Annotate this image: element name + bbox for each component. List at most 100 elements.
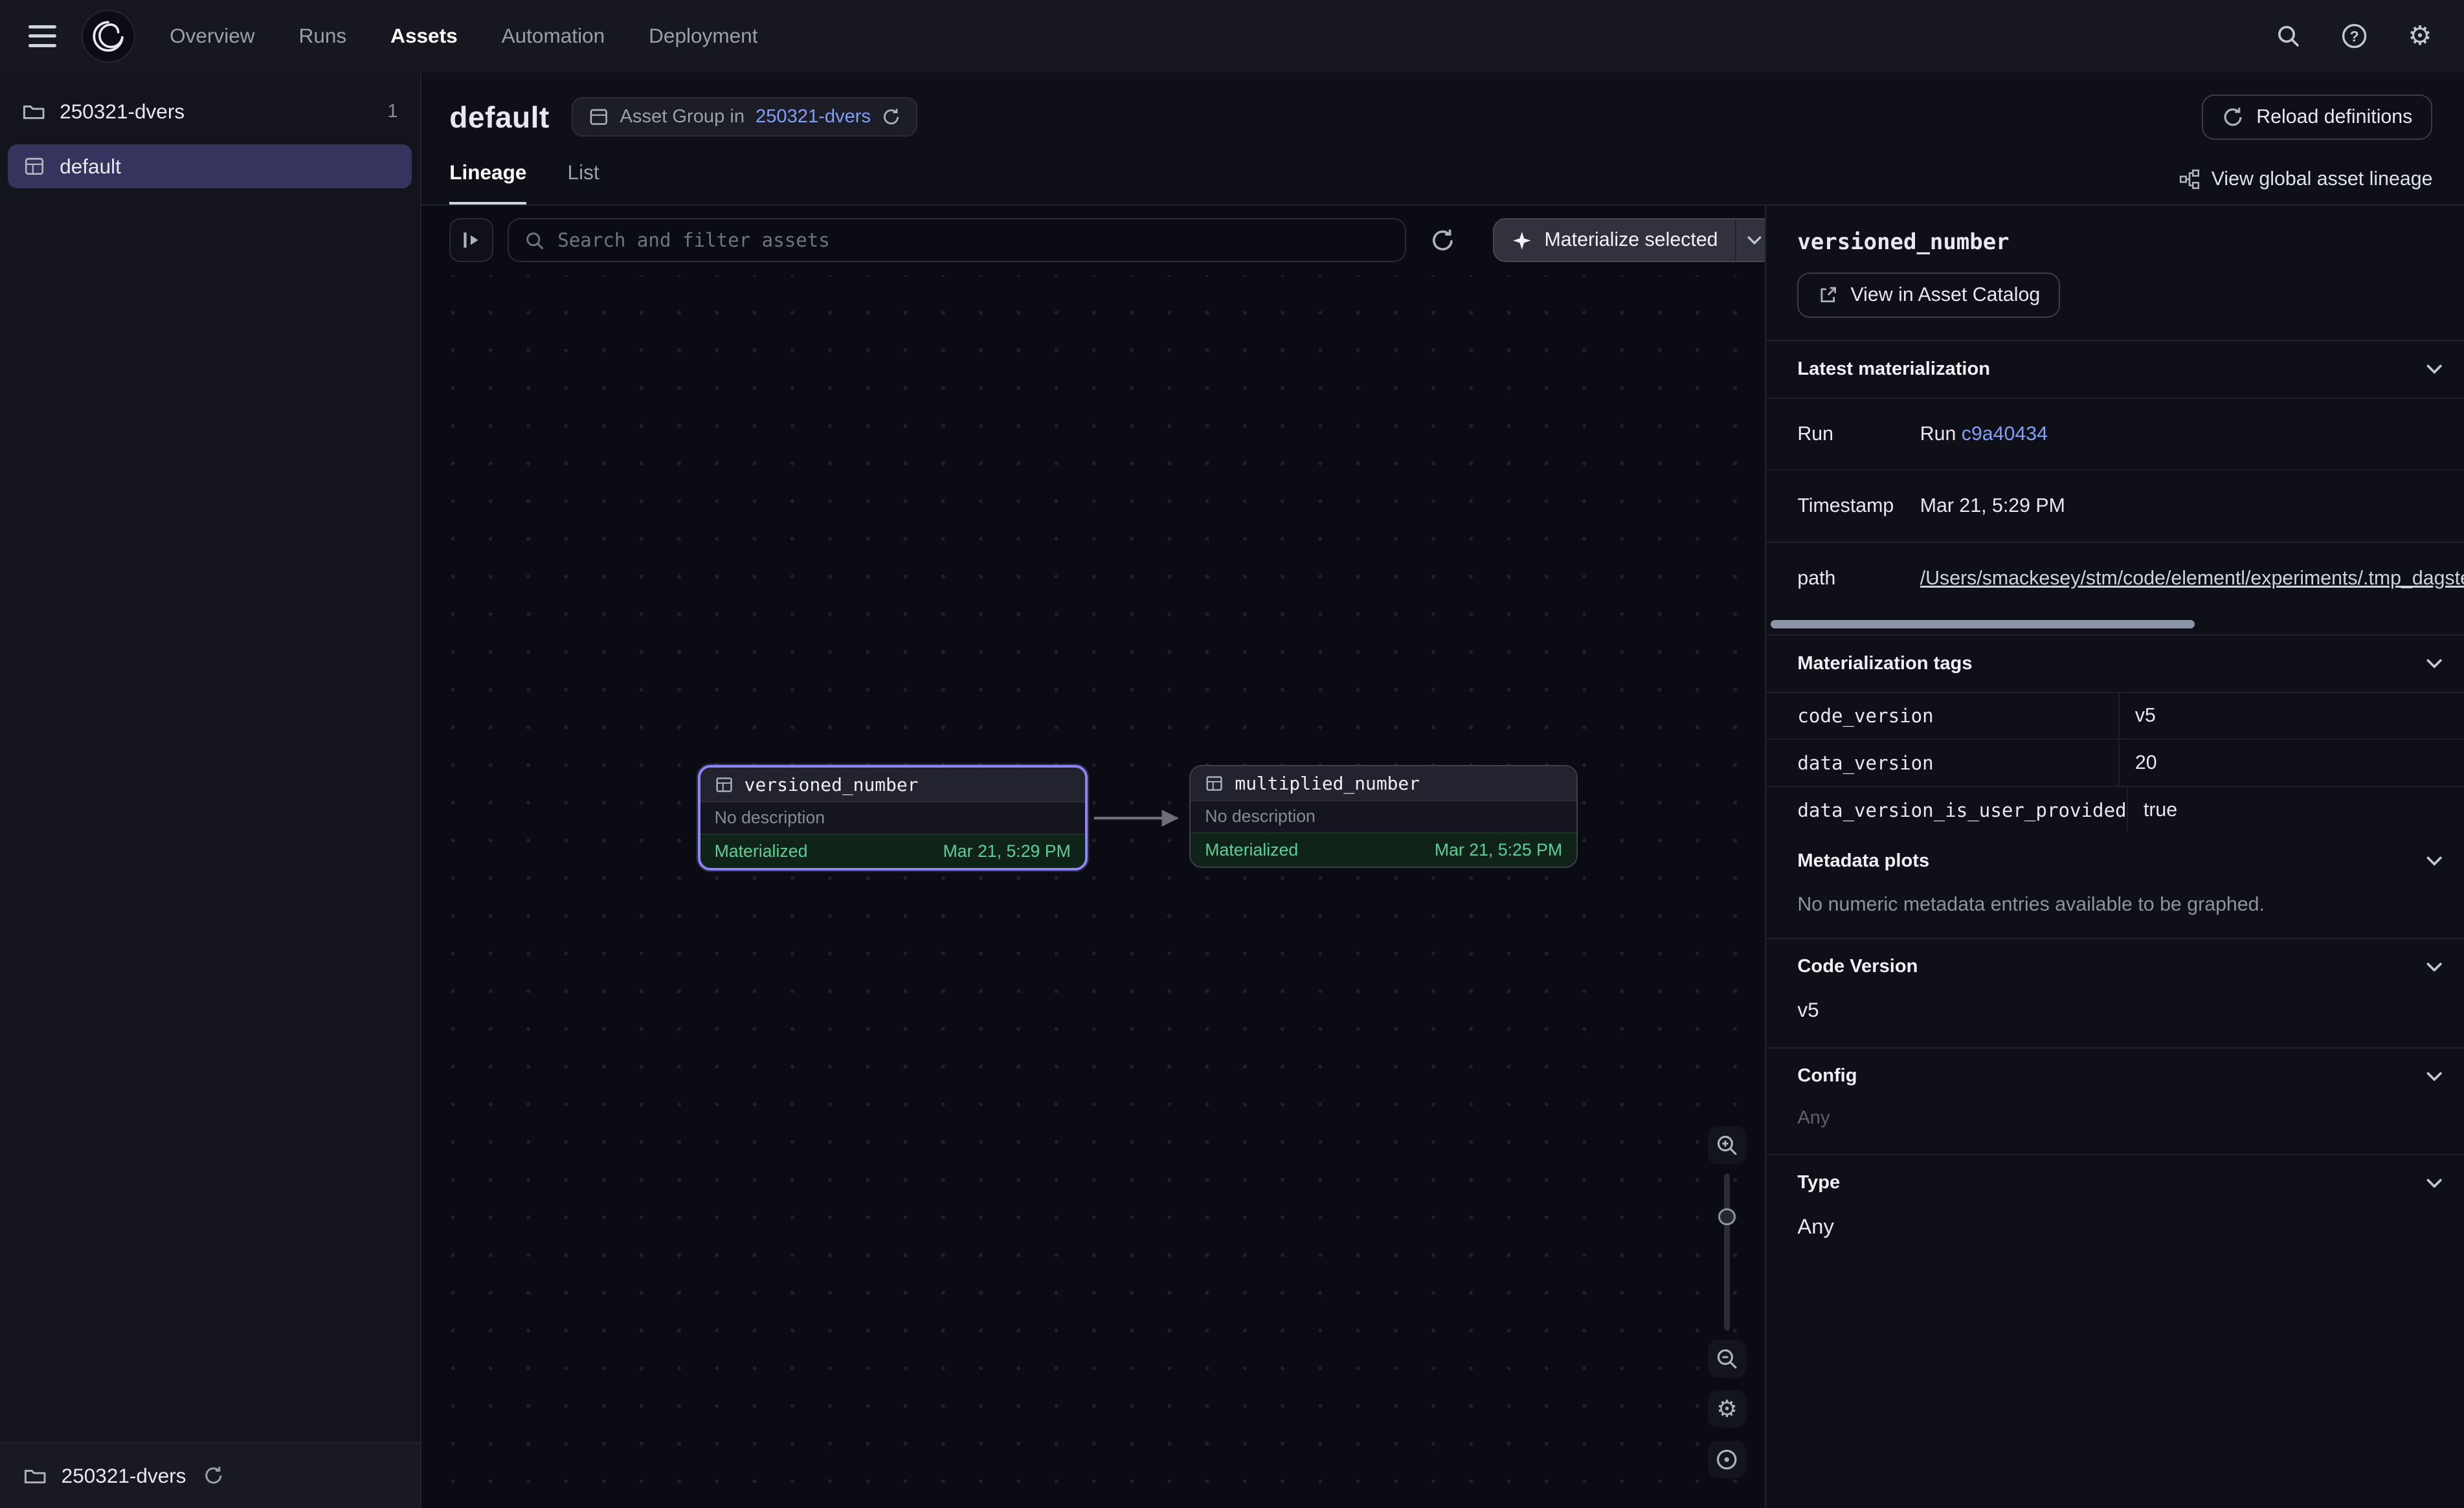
materialize-selected-button[interactable]: Materialize selected [1493, 218, 1765, 262]
materialize-dropdown-caret[interactable] [1735, 219, 1765, 261]
lineage-canvas[interactable]: Materialize selected [421, 206, 1765, 1508]
zoom-out-button[interactable] [1708, 1340, 1745, 1377]
row-key: path [1797, 568, 1920, 590]
asset-node-timestamp: Mar 21, 5:29 PM [943, 841, 1071, 861]
tag-key: data_version [1766, 740, 2118, 786]
refresh-layout-button[interactable] [1420, 218, 1464, 262]
app-root: Overview Runs Assets Automation Deployme… [0, 0, 2464, 1508]
sidebar-item-label: default [60, 155, 121, 179]
tab-list[interactable]: List [568, 161, 599, 205]
asset-node-versioned_number[interactable]: versioned_number No description Material… [698, 765, 1088, 870]
chevron-down-icon [1747, 236, 1762, 245]
external-link-icon [1818, 285, 1839, 305]
section-type[interactable]: Type [1766, 1154, 2464, 1211]
scrollbar-thumb[interactable] [1771, 620, 2195, 628]
section-title: Config [1797, 1065, 1857, 1087]
section-title: Materialization tags [1797, 653, 1972, 674]
section-metadata-plots[interactable]: Metadata plots [1766, 833, 2464, 889]
refresh-icon[interactable] [882, 107, 901, 126]
row-run: Run Run c9a40434 [1766, 397, 2464, 470]
reload-definitions-button[interactable]: Reload definitions [2202, 94, 2433, 140]
badge-group-link[interactable]: 250321-dvers [756, 106, 871, 128]
tag-row: data_version_is_user_provided true [1766, 786, 2464, 833]
search-icon[interactable] [2272, 21, 2304, 52]
asset-node-description: No description [700, 803, 1085, 834]
config-value: Any [1766, 1104, 2464, 1154]
asset-table-icon [715, 775, 734, 794]
chevron-down-icon [2426, 659, 2442, 669]
nav-item-deployment[interactable]: Deployment [649, 24, 757, 48]
section-title: Code Version [1797, 956, 1918, 977]
nav-item-overview[interactable]: Overview [170, 24, 254, 48]
zoom-slider[interactable] [1708, 1173, 1745, 1331]
zoom-slider-track [1724, 1173, 1730, 1331]
primary-nav: Overview Runs Assets Automation Deployme… [170, 24, 757, 48]
hamburger-menu-icon[interactable] [28, 25, 57, 47]
chevron-down-icon [2426, 364, 2442, 374]
section-materialization-tags[interactable]: Materialization tags [1766, 634, 2464, 691]
help-icon[interactable]: ? [2338, 21, 2370, 52]
view-in-asset-catalog-button[interactable]: View in Asset Catalog [1797, 272, 2060, 318]
recenter-view-button[interactable] [1708, 1441, 1745, 1478]
nav-item-runs[interactable]: Runs [299, 24, 347, 48]
zoom-slider-thumb[interactable] [1718, 1208, 1736, 1226]
folder-icon [22, 100, 45, 123]
row-value: Run c9a40434 [1920, 423, 2464, 445]
asset-groups-sidebar: 250321-dvers 1 default 250321-dvers [0, 72, 421, 1508]
asset-table-icon [1205, 774, 1224, 793]
search-input[interactable] [557, 229, 1389, 251]
sidebar-group-count: 1 [387, 101, 398, 122]
page-title: default [449, 100, 550, 135]
tag-value: true [2127, 787, 2464, 833]
tab-lineage[interactable]: Lineage [449, 161, 526, 205]
refresh-icon [1430, 228, 1455, 253]
section-title: Metadata plots [1797, 850, 1929, 872]
asset-search-box [508, 218, 1406, 262]
sidebar-group-label: 250321-dvers [60, 100, 185, 124]
dagster-logo[interactable] [82, 10, 135, 63]
asset-node-status: Materialized [715, 841, 808, 861]
tag-value: 20 [2118, 740, 2464, 786]
zoom-in-button[interactable] [1708, 1126, 1745, 1164]
lineage-graph-icon [2178, 168, 2201, 190]
asset-node-multiplied_number[interactable]: multiplied_number No description Materia… [1189, 765, 1578, 868]
dagster-swirl-icon [89, 17, 127, 55]
asset-node-timestamp: Mar 21, 5:25 PM [1435, 840, 1562, 860]
nav-item-automation[interactable]: Automation [502, 24, 605, 48]
type-value: Any [1766, 1211, 2464, 1264]
section-title: Latest materialization [1797, 359, 1990, 380]
row-timestamp: Timestamp Mar 21, 5:29 PM [1766, 469, 2464, 542]
lineage-toolbar: Materialize selected [449, 218, 1747, 262]
row-key: Run [1797, 423, 1920, 445]
graph-settings-button[interactable]: ⚙ [1708, 1390, 1745, 1428]
asset-node-header: versioned_number [700, 768, 1085, 803]
collapse-panel-button[interactable] [449, 218, 493, 262]
code-version-value: v5 [1766, 995, 2464, 1047]
tag-value: v5 [2118, 693, 2464, 739]
nav-item-assets[interactable]: Assets [390, 24, 457, 48]
section-config[interactable]: Config [1766, 1047, 2464, 1104]
sidebar-footer-location[interactable]: 250321-dvers [0, 1442, 420, 1508]
sidebar-group-250321-dvers[interactable]: 250321-dvers 1 [0, 88, 420, 135]
section-latest-materialization[interactable]: Latest materialization [1766, 340, 2464, 397]
asset-node-status-row: Materialized Mar 21, 5:25 PM [1191, 832, 1576, 866]
asset-node-status: Materialized [1205, 840, 1298, 860]
run-id-link[interactable]: c9a40434 [1962, 423, 2048, 445]
sidebar-item-default[interactable]: default [8, 144, 412, 188]
badge-prefix: Asset Group in [620, 106, 745, 128]
section-code-version[interactable]: Code Version [1766, 938, 2464, 995]
folder-icon [23, 1464, 47, 1487]
metadata-plots-empty-message: No numeric metadata entries available to… [1766, 889, 2464, 937]
tag-key: data_version_is_user_provided [1766, 787, 2127, 833]
materialize-selected-label: Materialize selected [1545, 229, 1718, 251]
panel-horizontal-scrollbar[interactable] [1767, 615, 2462, 631]
asset-node-title: multiplied_number [1235, 773, 1420, 794]
materialize-sparkle-icon [1512, 230, 1532, 251]
gear-icon[interactable]: ⚙ [2404, 21, 2436, 52]
path-link[interactable]: /Users/smackesey/stm/code/elementl/exper… [1920, 568, 2464, 589]
view-global-asset-lineage-link[interactable]: View global asset lineage [2178, 168, 2433, 205]
asset-group-badge: Asset Group in 250321-dvers [572, 97, 918, 137]
asset-group-icon [588, 107, 609, 128]
view-tabs: Lineage List View global asset lineage [421, 140, 2464, 206]
refresh-icon[interactable] [203, 1465, 224, 1486]
